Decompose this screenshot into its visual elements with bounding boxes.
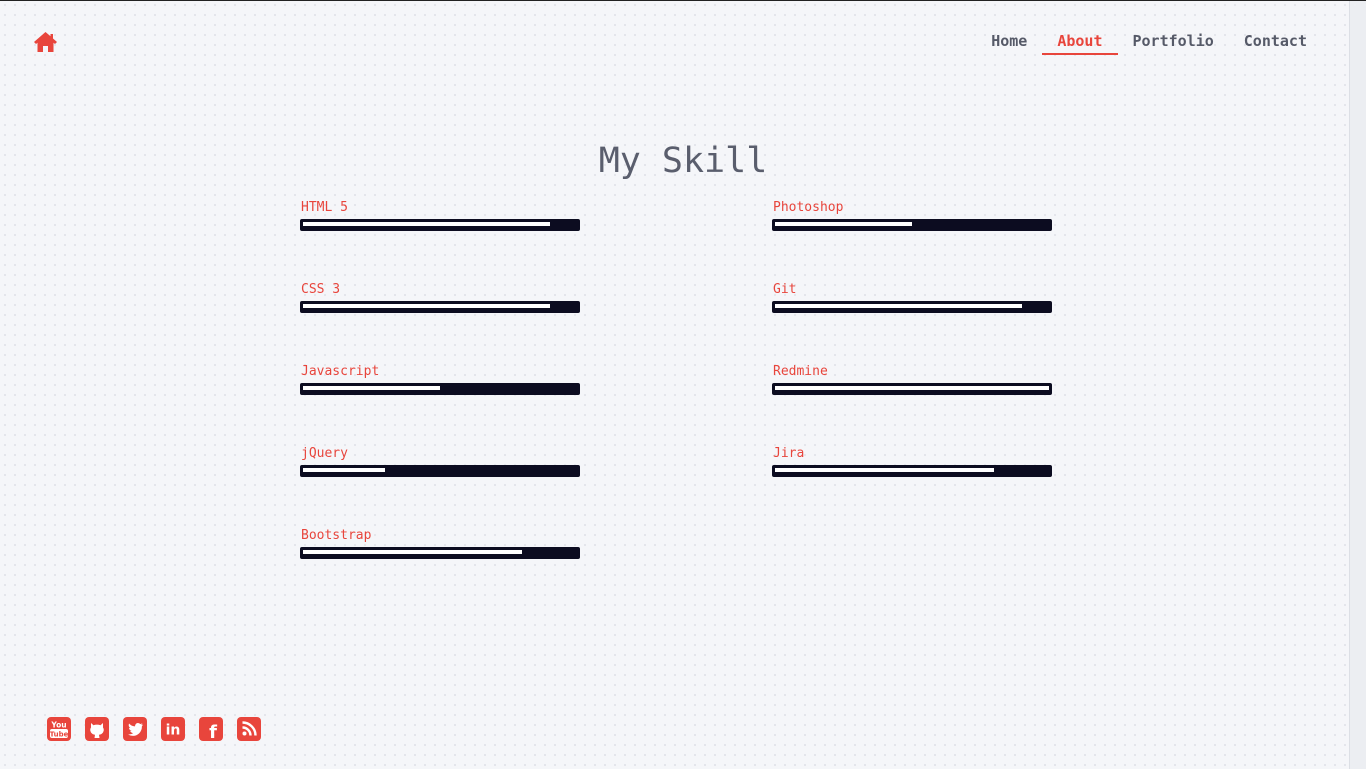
page-title: My Skill — [598, 141, 768, 181]
skill-label: Jira — [773, 446, 805, 461]
rss-icon[interactable] — [237, 717, 261, 741]
twitter-icon[interactable] — [123, 717, 147, 741]
skill-bar — [772, 219, 1052, 231]
skill-label: HTML 5 — [301, 200, 348, 215]
skill-bar — [300, 383, 580, 395]
nav-portfolio[interactable]: Portfolio — [1118, 31, 1229, 53]
skill-bar-fill — [775, 386, 1049, 390]
github-icon[interactable] — [85, 717, 109, 741]
skill-item: Photoshop — [772, 199, 1052, 231]
nav-home[interactable]: Home — [976, 31, 1042, 53]
skill-label: CSS 3 — [301, 282, 341, 297]
skill-bar-fill — [775, 222, 912, 226]
skill-bar-fill — [303, 222, 550, 226]
home-link[interactable] — [33, 31, 58, 53]
facebook-icon[interactable]: f — [199, 717, 223, 741]
skill-bar — [300, 547, 580, 559]
svg-text:Tube: Tube — [50, 730, 69, 738]
skill-label: Bootstrap — [301, 528, 372, 543]
skill-item: Jira — [772, 445, 1052, 477]
svg-text:in: in — [166, 723, 181, 739]
skill-item: Redmine — [772, 363, 1052, 395]
skill-item: Javascript — [300, 363, 580, 395]
skill-bar-fill — [775, 468, 994, 472]
skill-bar — [300, 301, 580, 313]
home-icon — [34, 32, 57, 52]
nav-contact[interactable]: Contact — [1229, 31, 1322, 53]
skill-bar-fill — [303, 550, 522, 554]
skill-label: Javascript — [301, 364, 380, 379]
skill-bar — [300, 465, 580, 477]
nav-about[interactable]: About — [1042, 31, 1118, 55]
svg-text:You: You — [50, 721, 66, 730]
skill-label: jQuery — [301, 446, 348, 461]
skill-bar — [772, 465, 1052, 477]
skill-bar — [772, 383, 1052, 395]
skill-label: Redmine — [773, 364, 828, 379]
skill-item: Git — [772, 281, 1052, 313]
skill-item: CSS 3 — [300, 281, 580, 313]
skill-item: Bootstrap — [300, 527, 580, 559]
svg-text:f: f — [209, 722, 217, 741]
skill-item: jQuery — [300, 445, 580, 477]
social-links: You Tube in f — [47, 717, 275, 741]
youtube-icon[interactable]: You Tube — [47, 717, 71, 741]
linkedin-icon[interactable]: in — [161, 717, 185, 741]
skill-bar-fill — [303, 386, 440, 390]
skill-bar-fill — [303, 304, 550, 308]
skill-label: Photoshop — [773, 200, 844, 215]
skill-label: Git — [773, 282, 797, 297]
skill-bar — [300, 219, 580, 231]
skill-bar-fill — [303, 468, 385, 472]
skill-bar — [772, 301, 1052, 313]
main-nav: Home About Portfolio Contact — [976, 31, 1322, 55]
scrollbar[interactable] — [1349, 1, 1366, 769]
skill-bar-fill — [775, 304, 1022, 308]
skill-item: HTML 5 — [300, 199, 580, 231]
